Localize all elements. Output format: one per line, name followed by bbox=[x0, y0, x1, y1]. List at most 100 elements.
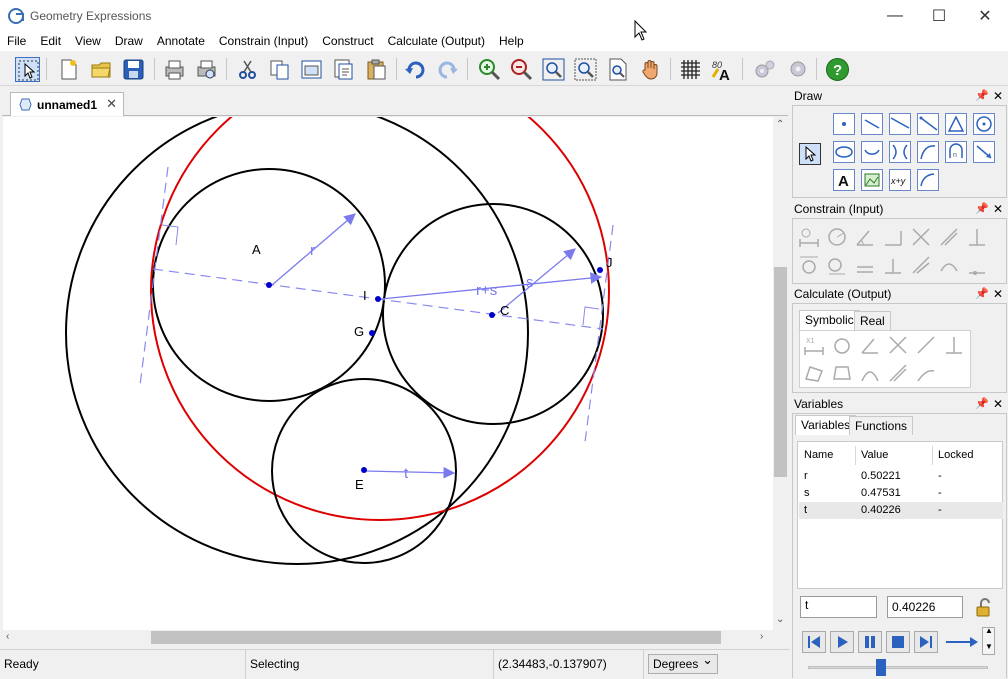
print-preview-icon[interactable] bbox=[194, 57, 219, 82]
save-icon[interactable] bbox=[121, 57, 146, 82]
draw-point-icon[interactable] bbox=[833, 113, 855, 135]
settings-alt-icon[interactable] bbox=[784, 57, 809, 82]
stop-icon[interactable] bbox=[886, 631, 910, 653]
text-style-icon[interactable]: 80 A bbox=[710, 57, 735, 84]
close-window-button[interactable]: ✕ bbox=[962, 0, 1008, 31]
annotation-r-plus-s[interactable]: r+s bbox=[476, 282, 497, 299]
variable-value-field[interactable]: 0.40226 bbox=[887, 596, 963, 618]
copy-image-icon[interactable] bbox=[299, 57, 324, 82]
draw-parabola-icon[interactable] bbox=[917, 141, 939, 163]
draw-arc-icon[interactable] bbox=[861, 141, 883, 163]
pin-icon[interactable]: 📌 bbox=[975, 88, 989, 105]
draw-polygon-icon[interactable] bbox=[945, 113, 967, 135]
vertical-scroll-thumb[interactable] bbox=[774, 267, 787, 477]
settings-icon[interactable] bbox=[752, 57, 777, 82]
open-folder-icon[interactable] bbox=[89, 57, 114, 82]
zoom-window-icon[interactable] bbox=[573, 57, 598, 82]
zoom-out-icon[interactable] bbox=[509, 57, 534, 82]
point-i[interactable] bbox=[375, 296, 381, 302]
vertical-scrollbar[interactable]: ⌃ ⌄ bbox=[773, 117, 788, 630]
scroll-left-icon[interactable]: ‹ bbox=[6, 631, 9, 642]
draw-function-icon[interactable]: n bbox=[945, 141, 967, 163]
zoom-in-icon[interactable] bbox=[477, 57, 502, 82]
point-e[interactable] bbox=[361, 467, 367, 473]
paste-icon[interactable] bbox=[364, 57, 389, 82]
menu-constrain[interactable]: Constrain (Input) bbox=[212, 31, 315, 51]
grid-icon[interactable] bbox=[678, 57, 703, 82]
tab-symbolic[interactable]: Symbolic bbox=[799, 310, 860, 330]
draw-curve-icon[interactable] bbox=[917, 169, 939, 191]
point-a[interactable] bbox=[266, 282, 272, 288]
scroll-down-icon[interactable]: ⌄ bbox=[776, 614, 784, 625]
drawing-canvas[interactable]: r s r+s t A I G C J E bbox=[3, 117, 773, 630]
menu-file[interactable]: File bbox=[0, 31, 33, 51]
draw-ellipse-icon[interactable] bbox=[833, 141, 855, 163]
close-panel-icon[interactable]: ✕ bbox=[993, 396, 1003, 413]
annotation-r[interactable]: r bbox=[310, 242, 315, 259]
table-row[interactable]: r 0.50221 - bbox=[799, 468, 1003, 485]
pin-icon[interactable]: 📌 bbox=[975, 201, 989, 218]
draw-ray-icon[interactable] bbox=[917, 113, 939, 135]
menu-construct[interactable]: Construct bbox=[315, 31, 380, 51]
table-row-selected[interactable]: t 0.40226 - bbox=[799, 502, 1003, 519]
point-g[interactable] bbox=[369, 330, 375, 336]
draw-circle-icon[interactable] bbox=[973, 113, 995, 135]
tab-variables[interactable]: Variables bbox=[795, 415, 857, 435]
draw-vector-icon[interactable] bbox=[973, 141, 995, 163]
horizontal-scroll-thumb[interactable] bbox=[151, 631, 721, 644]
zoom-page-icon[interactable] bbox=[605, 57, 630, 82]
pin-icon[interactable]: 📌 bbox=[975, 286, 989, 303]
draw-text-icon[interactable]: A bbox=[833, 169, 855, 191]
menu-view[interactable]: View bbox=[68, 31, 108, 51]
zoom-fit-icon[interactable] bbox=[541, 57, 566, 82]
menu-help[interactable]: Help bbox=[492, 31, 531, 51]
close-tab-icon[interactable]: ✕ bbox=[106, 96, 117, 112]
pause-icon[interactable] bbox=[858, 631, 882, 653]
annotation-s[interactable]: s bbox=[526, 274, 534, 291]
point-c[interactable] bbox=[489, 312, 495, 318]
copy-icon[interactable] bbox=[267, 57, 292, 82]
close-panel-icon[interactable]: ✕ bbox=[993, 201, 1003, 218]
help-icon[interactable]: ? bbox=[825, 57, 850, 82]
menu-edit[interactable]: Edit bbox=[33, 31, 68, 51]
pin-icon[interactable]: 📌 bbox=[975, 396, 989, 413]
horizontal-scrollbar[interactable]: ‹ › bbox=[3, 630, 773, 645]
select-icon[interactable] bbox=[15, 57, 40, 82]
animation-slider-track[interactable] bbox=[808, 666, 988, 669]
minimize-button[interactable]: — bbox=[872, 0, 918, 31]
tab-real[interactable]: Real bbox=[854, 311, 891, 330]
undo-icon[interactable] bbox=[403, 57, 428, 82]
animation-direction-icon[interactable] bbox=[944, 634, 980, 650]
geometry-drawing[interactable]: r s r+s t A I G C J E bbox=[3, 117, 773, 630]
draw-line-icon[interactable] bbox=[889, 113, 911, 135]
scroll-up-icon[interactable]: ⌃ bbox=[776, 119, 784, 130]
speed-spinner[interactable]: ▲ ▼ bbox=[982, 626, 995, 655]
print-icon[interactable] bbox=[162, 57, 187, 82]
close-panel-icon[interactable]: ✕ bbox=[993, 88, 1003, 105]
annotation-t[interactable]: t bbox=[404, 465, 409, 482]
document-tab[interactable]: unnamed1 ✕ bbox=[10, 92, 124, 116]
close-panel-icon[interactable]: ✕ bbox=[993, 286, 1003, 303]
table-row[interactable]: s 0.47531 - bbox=[799, 485, 1003, 502]
draw-segment-icon[interactable] bbox=[861, 113, 883, 135]
variable-name-field[interactable]: t bbox=[800, 596, 877, 618]
cut-icon[interactable] bbox=[235, 57, 260, 82]
copy-special-icon[interactable] bbox=[331, 57, 356, 82]
maximize-button[interactable]: ☐ bbox=[916, 0, 962, 31]
play-icon[interactable] bbox=[830, 631, 854, 653]
go-to-end-icon[interactable] bbox=[914, 631, 938, 653]
draw-select-tool-icon[interactable] bbox=[799, 143, 821, 165]
tab-functions[interactable]: Functions bbox=[849, 416, 914, 435]
redo-icon[interactable] bbox=[435, 57, 460, 82]
pan-hand-icon[interactable] bbox=[638, 57, 663, 82]
lock-icon[interactable] bbox=[973, 597, 995, 619]
draw-expression-icon[interactable]: x+y bbox=[889, 169, 911, 191]
menu-annotate[interactable]: Annotate bbox=[150, 31, 212, 51]
draw-hyperbola-icon[interactable] bbox=[889, 141, 911, 163]
animation-slider-thumb[interactable] bbox=[876, 659, 886, 676]
outer-circle[interactable] bbox=[65, 117, 529, 565]
radius-t-arrow[interactable] bbox=[364, 466, 456, 479]
menu-calculate[interactable]: Calculate (Output) bbox=[381, 31, 492, 51]
scroll-right-icon[interactable]: › bbox=[760, 631, 763, 642]
draw-image-icon[interactable] bbox=[861, 169, 883, 191]
